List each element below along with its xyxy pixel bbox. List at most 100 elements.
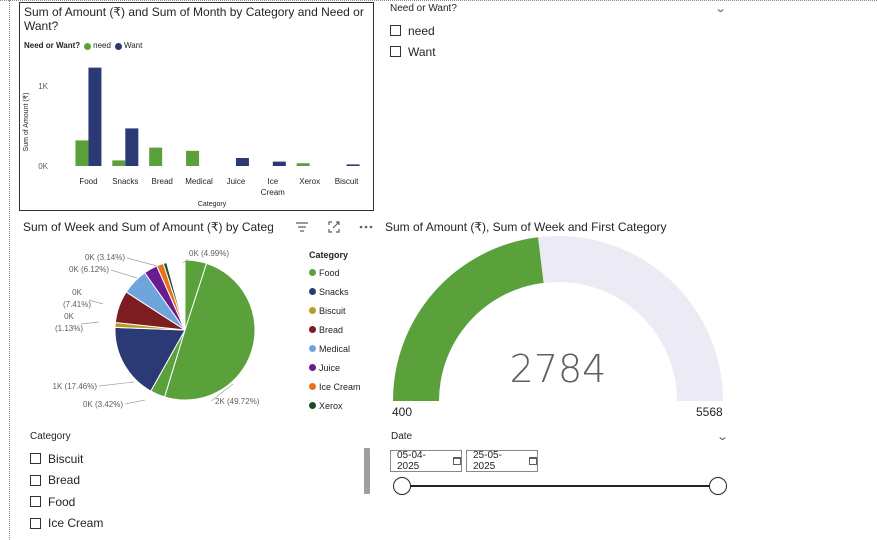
- focus-mode-icon[interactable]: [323, 218, 345, 236]
- gauge-visual[interactable]: Sum of Amount (₹), Sum of Week and First…: [380, 214, 740, 424]
- pie-legend-item-ice-cream[interactable]: Ice Cream: [309, 377, 361, 396]
- bar-chart-title: Sum of Amount (₹) and Sum of Month by Ca…: [24, 5, 364, 33]
- slicer-option-biscuit[interactable]: Biscuit: [26, 448, 356, 470]
- option-label: need: [408, 23, 435, 38]
- legend-item-need[interactable]: need: [84, 40, 111, 52]
- leader-line: [98, 381, 135, 387]
- legend-dot: [309, 402, 316, 409]
- chevron-down-icon[interactable]: ⌄: [716, 430, 729, 443]
- legend-dot: [309, 307, 316, 314]
- end-date-input[interactable]: 25-05-2025: [466, 450, 538, 472]
- pie-data-label: 0K: [72, 288, 82, 297]
- visual-header-icons: [281, 218, 377, 236]
- start-date-input[interactable]: 05-04-2025: [390, 450, 462, 472]
- legend-label-need: need: [93, 41, 111, 50]
- leader-line: [88, 299, 104, 305]
- end-date-value: 25-05-2025: [473, 450, 502, 472]
- filter-icon[interactable]: [291, 218, 313, 236]
- bar-want-ice-cream[interactable]: [272, 161, 286, 166]
- legend-label: Food: [319, 267, 340, 278]
- more-options-icon[interactable]: [355, 218, 377, 236]
- bar-need-snacks[interactable]: [112, 160, 126, 166]
- chevron-down-icon[interactable]: ⌄: [714, 2, 727, 15]
- legend-label: Xerox: [319, 400, 343, 411]
- date-range-track[interactable]: [402, 485, 720, 487]
- option-label: Biscuit: [48, 451, 84, 466]
- calendar-icon[interactable]: [453, 457, 461, 465]
- date-range-start-handle[interactable]: [393, 477, 411, 495]
- pie-data-label: 2K (49.72%): [215, 397, 260, 406]
- bar-need-bread[interactable]: [149, 147, 163, 166]
- pie-chart-title: Sum of Week and Sum of Amount (₹) by Cat…: [23, 220, 273, 234]
- pie-legend-item-medical[interactable]: Medical: [309, 339, 361, 358]
- pie-chart-visual[interactable]: 0K (4.99%) 2K (49.72%) 1K (17.46%) 0K (3.42…: [19, 214, 374, 414]
- x-tick-label: Biscuit: [335, 177, 359, 186]
- pie-data-label: 0K (3.42%): [83, 400, 123, 409]
- option-label: Food: [48, 494, 76, 509]
- canvas-left-border: [9, 0, 10, 540]
- category-slicer: Category Biscuit Bread Food Ice Cream: [26, 430, 356, 538]
- checkbox[interactable]: [30, 496, 41, 508]
- checkbox[interactable]: [390, 25, 401, 36]
- need-or-want-slicer: Need or Want? ⌄ need Want: [382, 2, 732, 72]
- legend-dot: [309, 326, 316, 333]
- pie-legend-item-xerox[interactable]: Xerox: [309, 396, 361, 415]
- bar-chart-visual[interactable]: 0K 1K Sum of Amount (₹) Food Snacks Bread Medi…: [19, 2, 374, 211]
- leader-line: [126, 257, 158, 267]
- x-tick-label: Medical: [185, 177, 213, 186]
- pie-slices: [114, 259, 256, 401]
- pie-data-label: 0K: [64, 312, 74, 321]
- option-label: Want: [408, 44, 436, 59]
- legend-label: Snacks: [319, 286, 349, 297]
- legend-dot: [309, 383, 316, 390]
- gauge-arc: [393, 235, 723, 401]
- bar-need-xerox[interactable]: [296, 163, 310, 166]
- legend-label: Medical: [319, 343, 351, 354]
- bar-want-juice[interactable]: [235, 158, 249, 166]
- pie-legend: Category Food Snacks Biscuit Bread Medical Ju…: [309, 250, 361, 415]
- y-tick-label: 1K: [38, 82, 48, 91]
- pie-data-label: (7.41%): [63, 300, 91, 309]
- bar-want-food[interactable]: [88, 67, 102, 166]
- bar-need-medical[interactable]: [186, 150, 200, 166]
- pie-legend-item-juice[interactable]: Juice: [309, 358, 361, 377]
- slicer-option-ice-cream[interactable]: Ice Cream: [26, 513, 356, 535]
- y-axis-label: Sum of Amount (₹): [22, 93, 30, 152]
- pie-legend-item-snacks[interactable]: Snacks: [309, 282, 361, 301]
- checkbox[interactable]: [30, 474, 41, 486]
- pie-data-label: 0K (6.12%): [69, 265, 109, 274]
- x-axis-label: Category: [198, 201, 227, 208]
- bar-need-food[interactable]: [75, 140, 89, 166]
- date-range-end-handle[interactable]: [709, 477, 727, 495]
- legend-title: Need or Want?: [24, 41, 81, 50]
- checkbox[interactable]: [390, 46, 401, 57]
- date-slicer: Date ⌄ 05-04-2025 25-05-2025: [388, 430, 733, 510]
- leader-line: [110, 269, 138, 279]
- x-tick-label: Ice: [267, 177, 278, 186]
- legend-item-want[interactable]: Want: [114, 40, 143, 52]
- slicer-option-food[interactable]: Food: [26, 491, 356, 513]
- bar-want-snacks[interactable]: [125, 128, 139, 166]
- legend-label: Ice Cream: [319, 381, 361, 392]
- pie-legend-item-food[interactable]: Food: [309, 263, 361, 282]
- legend-dot-need: [84, 42, 92, 50]
- pie-legend-item-biscuit[interactable]: Biscuit: [309, 301, 361, 320]
- legend-label-want: Want: [123, 41, 143, 50]
- checkbox[interactable]: [30, 517, 41, 529]
- legend-dot: [309, 269, 316, 276]
- bar-want-biscuit[interactable]: [346, 164, 360, 166]
- slicer-option-want[interactable]: Want: [390, 41, 732, 62]
- legend-label: Bread: [319, 324, 344, 335]
- category-slicer-scrollbar[interactable]: [364, 448, 370, 494]
- slicer-option-bread[interactable]: Bread: [26, 470, 356, 492]
- slicer-title: Date: [391, 431, 413, 442]
- x-tick-label: Xerox: [299, 177, 320, 186]
- checkbox[interactable]: [30, 453, 41, 465]
- legend-dot: [309, 364, 316, 371]
- pie-legend-item-bread[interactable]: Bread: [309, 320, 361, 339]
- slicer-option-need[interactable]: need: [390, 20, 732, 41]
- calendar-icon[interactable]: [529, 457, 537, 465]
- gauge-min-label: 400: [392, 405, 413, 419]
- x-tick-label: Bread: [152, 177, 173, 186]
- slicer-title: Need or Want?: [390, 3, 457, 14]
